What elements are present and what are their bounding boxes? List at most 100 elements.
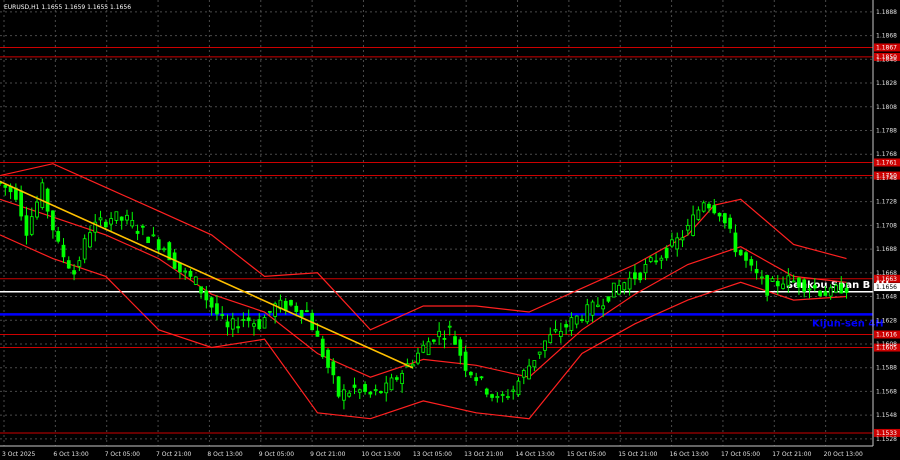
candle-body — [823, 291, 828, 296]
y-tick-label: 1.1708 — [876, 222, 897, 229]
x-tick-label: 14 Oct 13:00 — [516, 451, 555, 458]
x-tick-label: 20 Oct 13:00 — [824, 451, 863, 458]
candle-body — [394, 377, 399, 380]
candle-body — [416, 352, 420, 364]
candle-body — [368, 391, 373, 395]
candle-body — [72, 270, 76, 275]
y-tick-label: 1.1528 — [876, 436, 897, 443]
candle-body — [818, 290, 822, 296]
candle-body — [241, 319, 246, 321]
candle-body — [506, 396, 510, 398]
candle-body — [162, 248, 166, 251]
candle-body — [315, 330, 320, 337]
candle-body — [834, 284, 838, 293]
candle-body — [156, 239, 161, 250]
x-tick-label: 17 Oct 05:00 — [721, 451, 760, 458]
candle-body — [151, 234, 156, 237]
candle-body — [469, 371, 473, 376]
x-tick-label: 9 Oct 05:00 — [259, 451, 294, 458]
candle-body — [426, 341, 431, 356]
candle-body — [691, 214, 695, 236]
candle-body — [548, 334, 553, 344]
candle-body — [733, 232, 738, 253]
candle-body — [88, 232, 92, 248]
candle-body — [495, 396, 500, 399]
candle-body — [384, 382, 389, 394]
x-tick-label: 7 Oct 05:00 — [105, 451, 140, 458]
candle-body — [580, 319, 584, 321]
x-tick-label: 7 Oct 21:00 — [156, 451, 191, 458]
candle-body — [357, 389, 362, 393]
candle-body — [463, 351, 468, 371]
x-tick-label: 16 Oct 13:00 — [670, 451, 709, 458]
candle-body — [707, 203, 711, 209]
candle-body — [617, 284, 621, 295]
candle-body — [474, 377, 479, 382]
candle-body — [574, 315, 579, 325]
candle-body — [760, 276, 764, 279]
candle-body — [119, 216, 124, 221]
candle-body — [479, 376, 484, 379]
candle-body — [199, 286, 203, 294]
candle-body — [654, 260, 658, 263]
current-price-label: 1.1656 — [876, 284, 897, 291]
candle-body — [569, 317, 574, 331]
y-tick-label: 1.1748 — [876, 175, 897, 182]
candle-body — [717, 212, 722, 217]
candle-body — [66, 260, 71, 269]
candle-body — [215, 303, 219, 315]
candle-body — [558, 330, 563, 337]
candle-body — [193, 276, 198, 285]
candle-body — [326, 349, 330, 368]
candle-body — [29, 216, 34, 235]
candle-body — [51, 210, 55, 231]
y-tick-label: 1.1648 — [876, 294, 897, 301]
candle-body — [379, 391, 383, 394]
x-tick-label: 15 Oct 05:00 — [567, 451, 606, 458]
candle-body — [696, 209, 701, 220]
candle-body — [685, 225, 690, 231]
candle-body — [320, 338, 325, 358]
candle-body — [389, 377, 394, 391]
candle-body — [114, 211, 119, 221]
candle-body — [257, 319, 262, 330]
candle-body — [447, 325, 452, 328]
candle-body — [236, 326, 240, 329]
candle-body — [490, 394, 494, 398]
candle-body — [521, 370, 526, 378]
candle-body — [135, 230, 140, 234]
candle-body — [516, 380, 521, 396]
candle-body — [410, 363, 415, 367]
y-tick-label: 1.1568 — [876, 388, 897, 395]
candle-body — [775, 281, 780, 287]
candle-body — [363, 384, 367, 392]
candle-body — [56, 231, 61, 242]
candle-body — [812, 285, 817, 289]
candle-body — [622, 282, 627, 291]
y-tick-label: 1.1868 — [876, 33, 897, 40]
x-tick-label: 13 Oct 21:00 — [464, 451, 503, 458]
candle-body — [701, 202, 706, 212]
y-tick-label: 1.1728 — [876, 199, 897, 206]
candle-body — [537, 351, 542, 355]
candle-body — [590, 301, 595, 316]
y-tick-label: 1.1808 — [876, 104, 897, 111]
candle-body — [675, 237, 680, 250]
candle-body — [791, 280, 796, 283]
candle-body — [797, 277, 801, 288]
y-tick-label: 1.1888 — [876, 9, 897, 16]
x-tick-label: 10 Oct 13:00 — [361, 451, 400, 458]
candle-body — [844, 287, 849, 293]
candle-body — [638, 272, 643, 281]
candle-body — [336, 376, 341, 397]
y-tick-label: 1.1608 — [876, 341, 897, 348]
candle-body — [728, 217, 733, 229]
x-tick-label: 3 Oct 2025 — [2, 451, 35, 458]
candle-body — [484, 388, 489, 395]
candle-body — [659, 257, 664, 261]
candle-body — [754, 268, 759, 274]
candle-body — [781, 283, 785, 289]
candle-body — [3, 184, 8, 188]
candle-body — [839, 283, 844, 294]
candle-body — [246, 317, 251, 322]
